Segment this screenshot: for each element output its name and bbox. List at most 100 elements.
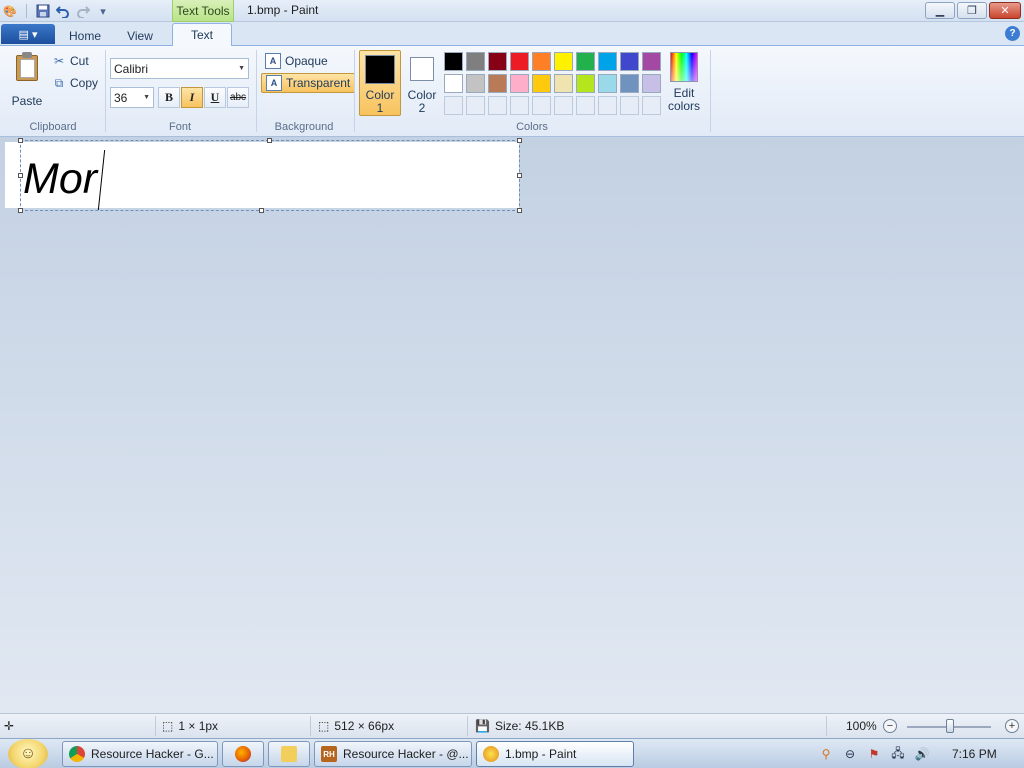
palette-swatch[interactable] xyxy=(576,52,595,71)
palette-swatch[interactable] xyxy=(444,52,463,71)
title-bar: 🎨 ▾ Text Tools 1.bmp - Paint ▁ ❐ ✕ xyxy=(0,0,1024,22)
minimize-button[interactable]: ▁ xyxy=(925,2,955,19)
canvas-workspace[interactable]: Mor xyxy=(0,137,1024,713)
palette-custom-slot[interactable] xyxy=(576,96,595,115)
close-button[interactable]: ✕ xyxy=(989,2,1021,19)
zoom-out-button[interactable]: − xyxy=(883,719,897,733)
taskbar-clock[interactable]: 7:16 PM xyxy=(952,747,997,761)
cut-button[interactable]: ✂ Cut xyxy=(52,52,89,70)
selection-size-value: 512 × 66px xyxy=(334,719,395,733)
palette-custom-slot[interactable] xyxy=(444,96,463,115)
palette-swatch[interactable] xyxy=(642,74,661,93)
paste-button[interactable]: Paste xyxy=(6,52,48,112)
redo-icon[interactable] xyxy=(75,3,91,19)
palette-custom-slot[interactable] xyxy=(532,96,551,115)
palette-custom-slot[interactable] xyxy=(598,96,617,115)
taskbar-item-firefox[interactable] xyxy=(222,741,264,767)
palette-swatch[interactable] xyxy=(466,52,485,71)
status-separator xyxy=(826,716,827,736)
zoom-slider-thumb[interactable] xyxy=(946,719,954,733)
bold-button[interactable]: B xyxy=(158,87,180,108)
file-size: 💾 Size: 45.1KB xyxy=(475,719,564,733)
resize-handle[interactable] xyxy=(18,138,23,143)
palette-swatch[interactable] xyxy=(466,74,485,93)
taskbar-item-paint[interactable]: 1.bmp - Paint xyxy=(476,741,634,767)
ribbon-tabs: ▤ ▾ Home View Text ? xyxy=(0,22,1024,47)
color2-number: 2 xyxy=(418,101,426,115)
taskbar-item-resource-hacker-chrome[interactable]: Resource Hacker - G... xyxy=(62,741,218,767)
color1-button[interactable]: Color 1 xyxy=(359,50,401,116)
window-controls: ▁ ❐ ✕ xyxy=(925,2,1021,19)
resize-handle[interactable] xyxy=(517,208,522,213)
palette-swatch[interactable] xyxy=(510,74,529,93)
palette-custom-slot[interactable] xyxy=(554,96,573,115)
cursor-position-icon: ⬚ xyxy=(162,719,174,733)
palette-swatch[interactable] xyxy=(554,52,573,71)
restore-button[interactable]: ❐ xyxy=(957,2,987,19)
palette-swatch[interactable] xyxy=(554,74,573,93)
zoom-in-button[interactable]: + xyxy=(1005,719,1019,733)
paint-icon xyxy=(483,746,499,762)
paste-label: Paste xyxy=(11,94,43,108)
strikethrough-button[interactable]: abc xyxy=(227,87,249,108)
copy-button[interactable]: ⧉ Copy xyxy=(52,74,98,92)
undo-icon[interactable] xyxy=(55,3,71,19)
status-bar: ✛ ⬚ 1 × 1px ⬚ 512 × 66px 💾 Size: 45.1KB … xyxy=(0,713,1024,738)
palette-swatch[interactable] xyxy=(598,52,617,71)
palette-swatch[interactable] xyxy=(620,74,639,93)
search-icon[interactable]: ⚲ xyxy=(818,746,834,762)
status-separator xyxy=(310,716,311,736)
resize-handle[interactable] xyxy=(259,208,264,213)
color2-swatch xyxy=(410,57,434,81)
color2-button[interactable]: Color 2 xyxy=(401,50,443,116)
volume-icon[interactable]: 🔊 xyxy=(914,746,930,762)
palette-swatch[interactable] xyxy=(488,52,507,71)
palette-swatch[interactable] xyxy=(488,74,507,93)
paint-app-icon[interactable]: 🎨 xyxy=(2,3,18,19)
edit-colors-button[interactable]: Edit colors xyxy=(666,52,702,113)
palette-custom-slot[interactable] xyxy=(642,96,661,115)
taskbar-item-resource-hacker[interactable]: RH Resource Hacker - @... xyxy=(314,741,472,767)
resize-handle[interactable] xyxy=(267,138,272,143)
palette-custom-slot[interactable] xyxy=(620,96,639,115)
palette-swatch[interactable] xyxy=(444,74,463,93)
palette-swatch[interactable] xyxy=(532,52,551,71)
resize-handle[interactable] xyxy=(517,138,522,143)
paint-menu-button[interactable]: ▤ ▾ xyxy=(1,24,55,44)
palette-swatch[interactable] xyxy=(576,74,595,93)
firefox-icon xyxy=(235,746,251,762)
palette-swatch[interactable] xyxy=(598,74,617,93)
taskbar-item-explorer[interactable] xyxy=(268,741,310,767)
palette-custom-slot[interactable] xyxy=(466,96,485,115)
network-icon[interactable]: 🖧 xyxy=(890,746,906,762)
resize-handle[interactable] xyxy=(517,173,522,178)
tab-view[interactable]: View xyxy=(115,25,165,46)
palette-custom-slot[interactable] xyxy=(488,96,507,115)
underline-button[interactable]: U xyxy=(204,87,226,108)
palette-custom-slot[interactable] xyxy=(510,96,529,115)
action-center-flag-icon[interactable]: ⚑ xyxy=(866,746,882,762)
tab-text[interactable]: Text xyxy=(172,23,232,47)
palette-swatch[interactable] xyxy=(532,74,551,93)
customize-dropdown-icon[interactable]: ▾ xyxy=(95,3,111,19)
minimize-icon: ▁ xyxy=(935,5,945,17)
save-icon[interactable] xyxy=(35,3,51,19)
quick-access-toolbar: 🎨 ▾ xyxy=(0,0,111,22)
font-family-select[interactable]: Calibri ▼ xyxy=(110,58,249,79)
italic-button[interactable]: I xyxy=(181,87,203,108)
opaque-icon: A xyxy=(265,53,281,69)
system-tray: ⚲ ⊖ ⚑ 🖧 🔊 xyxy=(818,746,930,762)
start-button[interactable]: ☺ xyxy=(8,739,48,768)
resize-handle[interactable] xyxy=(18,208,23,213)
font-size-select[interactable]: 36 ▼ xyxy=(110,87,154,108)
help-icon[interactable]: ? xyxy=(1005,26,1020,41)
opaque-button[interactable]: A Opaque xyxy=(261,51,332,71)
palette-swatch[interactable] xyxy=(642,52,661,71)
palette-swatch[interactable] xyxy=(620,52,639,71)
tab-home[interactable]: Home xyxy=(60,25,110,46)
transparent-button[interactable]: A Transparent xyxy=(261,73,356,93)
transparent-label: Transparent xyxy=(286,76,351,90)
color-palette xyxy=(444,52,661,115)
notification-icon[interactable]: ⊖ xyxy=(842,746,858,762)
palette-swatch[interactable] xyxy=(510,52,529,71)
